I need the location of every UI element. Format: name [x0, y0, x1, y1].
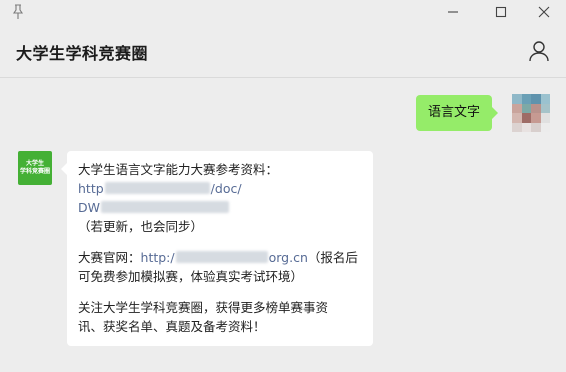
- minimize-icon[interactable]: [444, 3, 462, 21]
- bot-avatar-line: 大学生: [25, 160, 44, 167]
- resource-link-continued[interactable]: DW: [78, 198, 363, 217]
- resource-link-code-start[interactable]: DW: [78, 200, 100, 215]
- title-bar: [0, 0, 566, 26]
- incoming-message-bubble[interactable]: 大学生语言文字能力大赛参考资料： http/doc/ DW （若更新，也会同步）…: [61, 151, 373, 346]
- official-site-line: 大赛官网：http:/ org.cn（报名后: [78, 248, 363, 267]
- resource-link-end[interactable]: /doc/: [211, 181, 242, 196]
- follow-line: 讯、获奖名单、真题及备考资料！: [78, 319, 266, 334]
- update-note: （若更新，也会同步）: [78, 219, 204, 234]
- chat-header: 大学生学科竞赛圈: [0, 26, 566, 76]
- official-site-link-start[interactable]: http:/: [141, 250, 175, 265]
- maximize-icon[interactable]: [492, 3, 510, 21]
- redacted-text: [175, 251, 268, 263]
- official-site-note: （报名后: [307, 250, 358, 265]
- header-divider: [0, 77, 566, 78]
- resource-link[interactable]: http/doc/: [78, 179, 363, 198]
- resource-link-start[interactable]: http: [78, 181, 104, 196]
- redacted-text: [101, 201, 229, 213]
- pin-icon[interactable]: [11, 4, 25, 20]
- redacted-text: [104, 182, 210, 194]
- person-icon[interactable]: [529, 40, 549, 62]
- bot-avatar-line: 学科竞赛圈: [19, 168, 50, 175]
- chat-window: 大学生学科竞赛圈 语言文字 大学生 学科竞赛圈 大学生语言文字能力大赛参考资料：…: [0, 0, 566, 372]
- outgoing-message-bubble[interactable]: 语言文字: [416, 95, 499, 131]
- official-site-link-end[interactable]: org.cn: [269, 250, 308, 265]
- outgoing-message-text: 语言文字: [428, 105, 481, 120]
- official-site-note-continued: 可免费参加模拟赛，体验真实考试环境）: [78, 269, 304, 284]
- follow-line: 关注大学生学科竞赛圈，获得更多榜单赛事资: [78, 300, 329, 315]
- bot-avatar[interactable]: 大学生 学科竞赛圈: [18, 151, 52, 185]
- resource-heading: 大学生语言文字能力大赛参考资料：: [78, 162, 279, 177]
- official-site-label: 大赛官网：: [78, 250, 141, 265]
- user-avatar[interactable]: [512, 94, 550, 132]
- close-icon[interactable]: [535, 3, 553, 21]
- chat-title: 大学生学科竞赛圈: [16, 44, 149, 63]
